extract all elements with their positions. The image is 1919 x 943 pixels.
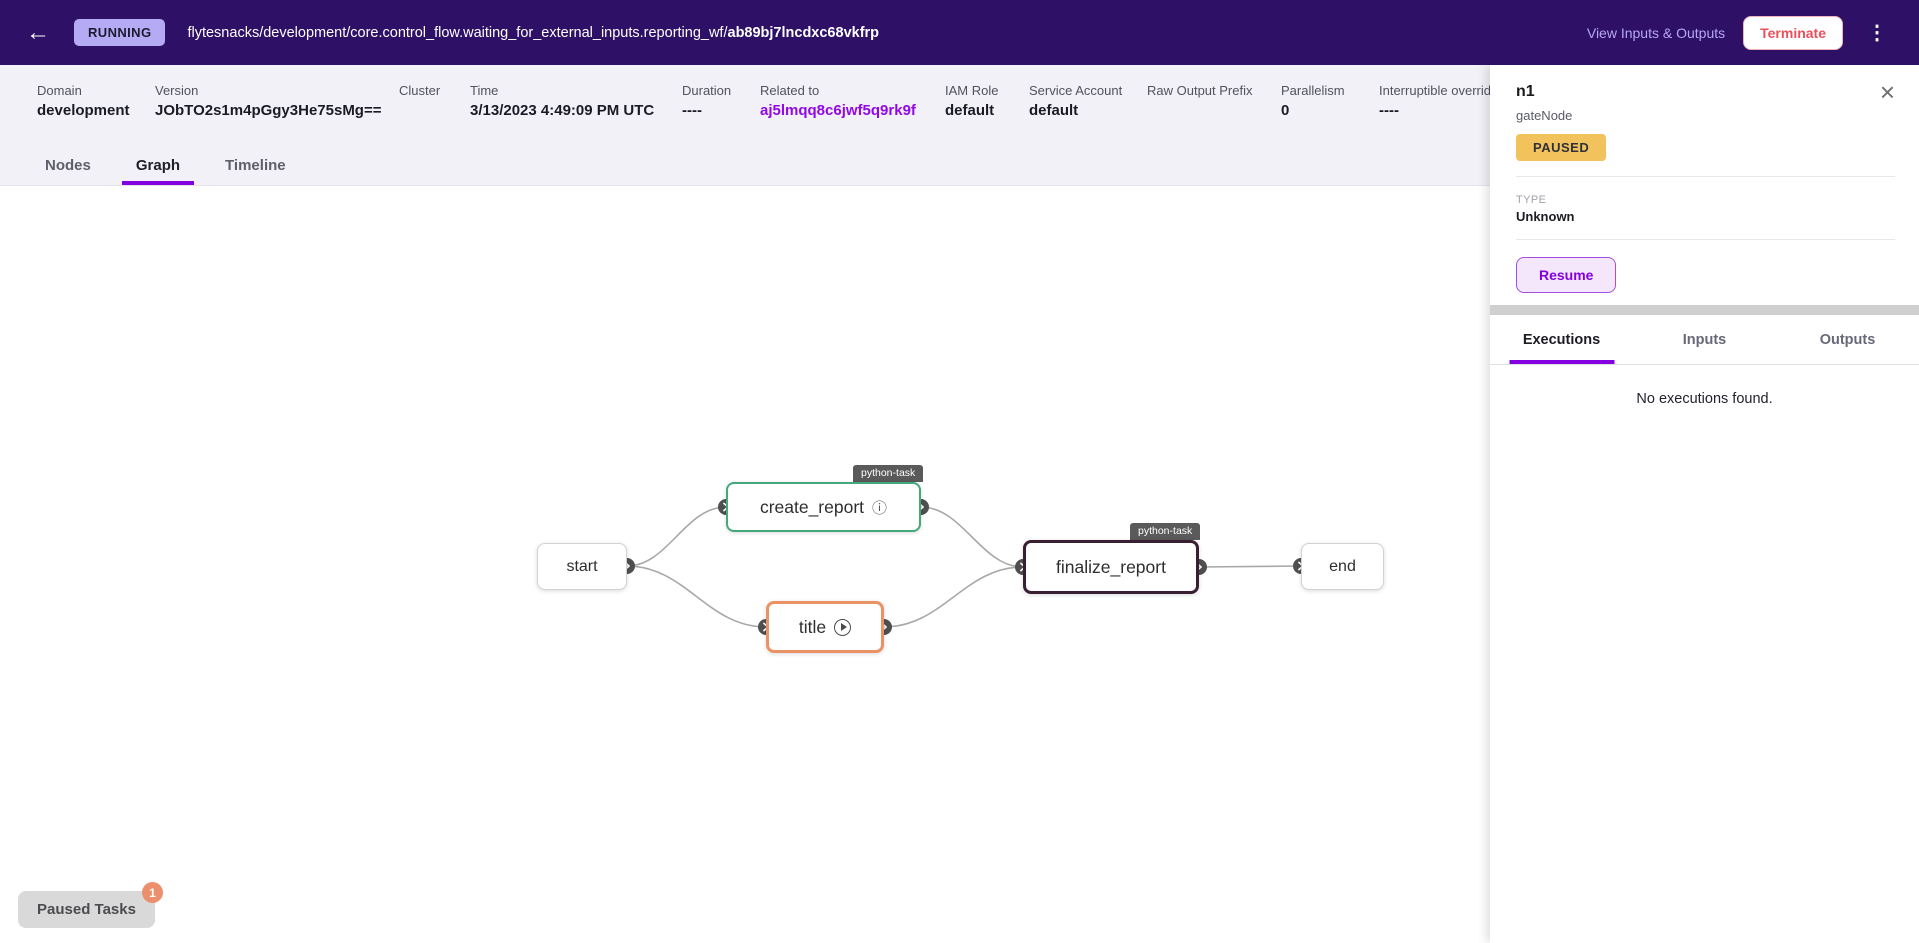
edge-title-finalize_report xyxy=(884,567,1023,627)
meta-interruptible-override: Interruptible override ---- xyxy=(1379,83,1498,119)
edge-finalize_report-end xyxy=(1199,566,1301,567)
graph-node-create_report[interactable]: create_report ⓘ xyxy=(726,482,921,532)
back-arrow-icon[interactable]: ← xyxy=(26,21,50,45)
breadcrumb-execution-id: ab89bj7lncdxc68vkfrp xyxy=(728,25,880,41)
edge-start-create_report xyxy=(627,507,726,566)
panel-resize-divider[interactable] xyxy=(1490,305,1919,315)
meta-value: development xyxy=(37,102,130,119)
paused-tasks-label: Paused Tasks xyxy=(37,901,136,918)
play-circle-icon[interactable] xyxy=(834,619,851,636)
divider xyxy=(1516,176,1895,177)
meta-duration: Duration ---- xyxy=(682,83,731,119)
edge-create_report-finalize_report xyxy=(921,507,1023,567)
graph-node-start[interactable]: start xyxy=(537,543,627,590)
graph-node-finalize_report[interactable]: finalize_report xyxy=(1023,540,1199,594)
node-label: create_report xyxy=(760,497,864,518)
node-status-badge: PAUSED xyxy=(1516,134,1606,161)
task-type-badge: python-task xyxy=(853,465,923,482)
node-label: end xyxy=(1329,558,1356,576)
view-inputs-outputs-link[interactable]: View Inputs & Outputs xyxy=(1587,25,1725,41)
meta-value: ---- xyxy=(1379,102,1498,119)
tab-graph[interactable]: Graph xyxy=(136,146,180,185)
execution-status-badge: RUNNING xyxy=(74,19,165,46)
tab-outputs[interactable]: Outputs xyxy=(1776,315,1919,364)
divider xyxy=(1516,239,1895,240)
tab-nodes[interactable]: Nodes xyxy=(45,146,91,185)
meta-value: 0 xyxy=(1281,102,1345,119)
meta-value: default xyxy=(1029,102,1122,119)
meta-label: Time xyxy=(470,83,654,98)
meta-label: IAM Role xyxy=(945,83,998,98)
tab-timeline[interactable]: Timeline xyxy=(225,146,286,185)
meta-related-to: Related to aj5lmqq8c6jwf5q9rk9f xyxy=(760,83,916,119)
kebab-menu-icon[interactable]: ⋮ xyxy=(1861,20,1893,45)
meta-label: Version xyxy=(155,83,382,98)
meta-label: Raw Output Prefix xyxy=(1147,83,1253,98)
node-label: start xyxy=(566,558,597,576)
meta-domain: Domain development xyxy=(37,83,130,119)
related-execution-link[interactable]: aj5lmqq8c6jwf5q9rk9f xyxy=(760,102,916,119)
node-details-panel: n1 × gateNode PAUSED TYPE Unknown Resume… xyxy=(1490,65,1919,943)
meta-value: default xyxy=(945,102,998,119)
meta-time: Time 3/13/2023 4:49:09 PM UTC xyxy=(470,83,654,119)
meta-value: ---- xyxy=(682,102,731,119)
graph-node-title[interactable]: title xyxy=(766,601,884,653)
node-details-title: n1 xyxy=(1516,83,1535,101)
edge-start-title xyxy=(627,566,766,627)
meta-label: Duration xyxy=(682,83,731,98)
empty-message: No executions found. xyxy=(1636,391,1772,407)
type-value: Unknown xyxy=(1516,209,1895,224)
breadcrumb-path: flytesnacks/development/core.control_flo… xyxy=(187,25,727,41)
node-label: finalize_report xyxy=(1056,557,1166,578)
close-icon[interactable]: × xyxy=(1880,83,1895,101)
node-type-subtitle: gateNode xyxy=(1516,108,1895,123)
task-type-badge: python-task xyxy=(1130,523,1200,540)
top-app-bar: ← RUNNING flytesnacks/development/core.c… xyxy=(0,0,1919,65)
meta-label: Cluster xyxy=(399,83,440,98)
paused-tasks-count-badge: 1 xyxy=(142,882,163,903)
terminate-button[interactable]: Terminate xyxy=(1743,16,1843,50)
executions-empty-state: No executions found. xyxy=(1490,365,1919,407)
tab-inputs[interactable]: Inputs xyxy=(1633,315,1776,364)
type-label: TYPE xyxy=(1516,194,1895,206)
meta-value: 3/13/2023 4:49:09 PM UTC xyxy=(470,102,654,119)
topbar-actions: View Inputs & Outputs Terminate ⋮ xyxy=(1587,16,1893,50)
meta-label: Service Account xyxy=(1029,83,1122,98)
node-label: title xyxy=(799,617,826,638)
breadcrumb[interactable]: flytesnacks/development/core.control_flo… xyxy=(187,25,879,41)
meta-label: Related to xyxy=(760,83,916,98)
meta-label: Interruptible override xyxy=(1379,83,1498,98)
node-details-header: n1 × gateNode PAUSED TYPE Unknown Resume xyxy=(1490,65,1919,305)
meta-cluster: Cluster xyxy=(399,83,440,102)
meta-value: JObTO2s1m4pGgy3He75sMg== xyxy=(155,102,382,119)
info-icon[interactable]: ⓘ xyxy=(872,497,887,518)
paused-tasks-button[interactable]: Paused Tasks 1 xyxy=(18,891,155,928)
meta-label: Domain xyxy=(37,83,130,98)
node-details-tabs: Executions Inputs Outputs xyxy=(1490,315,1919,365)
graph-node-end[interactable]: end xyxy=(1301,543,1384,590)
meta-iam-role: IAM Role default xyxy=(945,83,998,119)
meta-service-account: Service Account default xyxy=(1029,83,1122,119)
meta-parallelism: Parallelism 0 xyxy=(1281,83,1345,119)
meta-version: Version JObTO2s1m4pGgy3He75sMg== xyxy=(155,83,382,119)
meta-raw-output-prefix: Raw Output Prefix xyxy=(1147,83,1253,102)
meta-label: Parallelism xyxy=(1281,83,1345,98)
resume-button[interactable]: Resume xyxy=(1516,257,1616,293)
tab-executions[interactable]: Executions xyxy=(1490,315,1633,364)
